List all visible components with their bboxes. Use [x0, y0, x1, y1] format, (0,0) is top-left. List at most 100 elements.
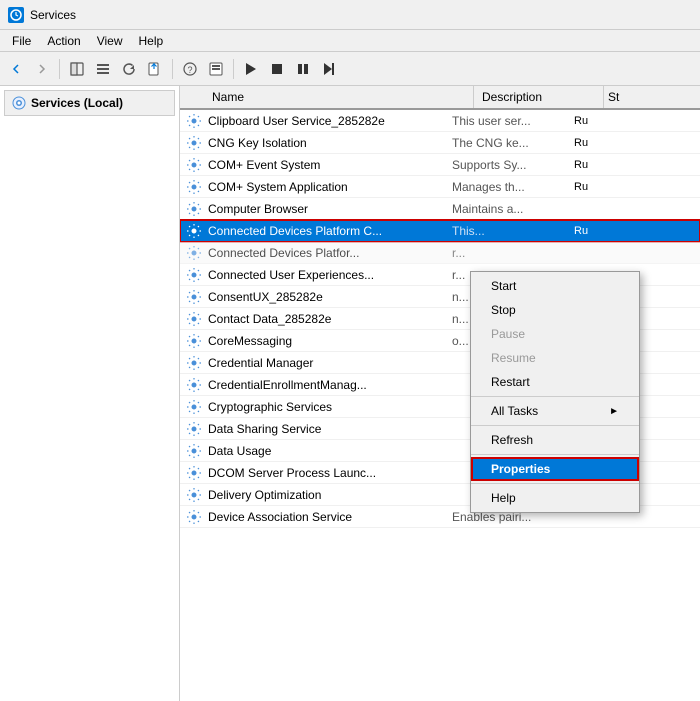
col-header-status[interactable]: St: [604, 86, 634, 108]
back-button[interactable]: [4, 57, 28, 81]
table-row[interactable]: Connected Devices Platfor... r...: [180, 242, 700, 264]
service-icon: [184, 507, 204, 527]
service-name: Connected Devices Platfor...: [204, 246, 444, 260]
ctx-pause: Pause: [471, 322, 639, 346]
services-panel: Name Description St Clipboard User Servi…: [180, 86, 700, 701]
ctx-sep-2: [471, 425, 639, 426]
table-header: Name Description St: [180, 86, 700, 110]
service-icon: [184, 463, 204, 483]
service-name: COM+ Event System: [204, 158, 444, 172]
service-icon: [184, 375, 204, 395]
ctx-all-tasks[interactable]: All Tasks ►: [471, 399, 639, 423]
ctx-help[interactable]: Help: [471, 486, 639, 510]
service-status: Ru: [574, 137, 604, 149]
ctx-sep-3: [471, 454, 639, 455]
service-icon: [184, 287, 204, 307]
properties-button[interactable]: [204, 57, 228, 81]
service-name: COM+ System Application: [204, 180, 444, 194]
ctx-sep-1: [471, 396, 639, 397]
menu-action[interactable]: Action: [39, 32, 88, 50]
service-icon: [184, 309, 204, 329]
service-name: Connected Devices Platform C...: [204, 224, 444, 238]
service-name: CredentialEnrollmentManag...: [204, 378, 444, 392]
help-button[interactable]: ?: [178, 57, 202, 81]
service-name: DCOM Server Process Launc...: [204, 466, 444, 480]
ctx-sep-4: [471, 483, 639, 484]
service-icon: [184, 133, 204, 153]
toolbar: ?: [0, 52, 700, 86]
service-desc: Manages th...: [444, 180, 574, 194]
ctx-restart[interactable]: Restart: [471, 370, 639, 394]
service-icon: [184, 485, 204, 505]
service-name: Computer Browser: [204, 202, 444, 216]
ctx-stop[interactable]: Stop: [471, 298, 639, 322]
service-name: Clipboard User Service_285282e: [204, 114, 444, 128]
service-icon: [184, 221, 204, 241]
menu-view[interactable]: View: [89, 32, 131, 50]
toolbar-sep-1: [59, 59, 60, 79]
menu-file[interactable]: File: [4, 32, 39, 50]
service-icon: [184, 419, 204, 439]
service-name: Delivery Optimization: [204, 488, 444, 502]
service-name: CNG Key Isolation: [204, 136, 444, 150]
table-row[interactable]: COM+ System Application Manages th... Ru: [180, 176, 700, 198]
show-hide-button[interactable]: [65, 57, 89, 81]
service-desc: r...: [444, 246, 574, 260]
table-row[interactable]: Clipboard User Service_285282e This user…: [180, 110, 700, 132]
restart-button[interactable]: [317, 57, 341, 81]
table-row-selected[interactable]: Connected Devices Platform C... This... …: [180, 220, 700, 242]
table-row[interactable]: COM+ Event System Supports Sy... Ru: [180, 154, 700, 176]
service-icon: [184, 441, 204, 461]
play-button[interactable]: [239, 57, 263, 81]
service-icon: [184, 155, 204, 175]
context-menu: Start Stop Pause Resume Restart All Task…: [470, 271, 640, 513]
service-name: Connected User Experiences...: [204, 268, 444, 282]
service-name: Device Association Service: [204, 510, 444, 524]
services-local-icon: [11, 95, 27, 111]
ctx-refresh[interactable]: Refresh: [471, 428, 639, 452]
col-header-name[interactable]: Name: [204, 86, 474, 108]
list-view-button[interactable]: [91, 57, 115, 81]
services-local-item[interactable]: Services (Local): [4, 90, 175, 116]
service-desc: The CNG ke...: [444, 136, 574, 150]
service-status: Ru: [574, 159, 604, 171]
service-name: Data Usage: [204, 444, 444, 458]
stop-button[interactable]: [265, 57, 289, 81]
service-icon: [184, 177, 204, 197]
refresh-button[interactable]: [117, 57, 141, 81]
window-title: Services: [30, 8, 76, 22]
service-name: Credential Manager: [204, 356, 444, 370]
pause-button[interactable]: [291, 57, 315, 81]
toolbar-sep-3: [233, 59, 234, 79]
service-icon: [184, 199, 204, 219]
service-name: ConsentUX_285282e: [204, 290, 444, 304]
app-icon: [8, 7, 24, 23]
menu-bar: File Action View Help: [0, 30, 700, 52]
left-panel: Services (Local): [0, 86, 180, 701]
ctx-properties[interactable]: Properties: [471, 457, 639, 481]
service-desc: This user ser...: [444, 114, 574, 128]
service-icon: [184, 353, 204, 373]
toolbar-sep-2: [172, 59, 173, 79]
service-icon: [184, 331, 204, 351]
service-status: Ru: [574, 115, 604, 127]
service-status: Ru: [574, 225, 604, 237]
title-bar: Services: [0, 0, 700, 30]
ctx-resume: Resume: [471, 346, 639, 370]
menu-help[interactable]: Help: [131, 32, 172, 50]
service-icon: [184, 111, 204, 131]
service-desc: Maintains a...: [444, 202, 574, 216]
service-name: CoreMessaging: [204, 334, 444, 348]
export-button[interactable]: [143, 57, 167, 81]
service-name: Data Sharing Service: [204, 422, 444, 436]
forward-button[interactable]: [30, 57, 54, 81]
service-name: Contact Data_285282e: [204, 312, 444, 326]
table-row[interactable]: CNG Key Isolation The CNG ke... Ru: [180, 132, 700, 154]
main-area: Services (Local) Name Description St Cli…: [0, 86, 700, 701]
service-desc: Supports Sy...: [444, 158, 574, 172]
col-header-desc[interactable]: Description: [474, 86, 604, 108]
table-row[interactable]: Computer Browser Maintains a...: [180, 198, 700, 220]
service-desc: This...: [444, 224, 574, 238]
ctx-start[interactable]: Start: [471, 274, 639, 298]
service-icon: [184, 265, 204, 285]
